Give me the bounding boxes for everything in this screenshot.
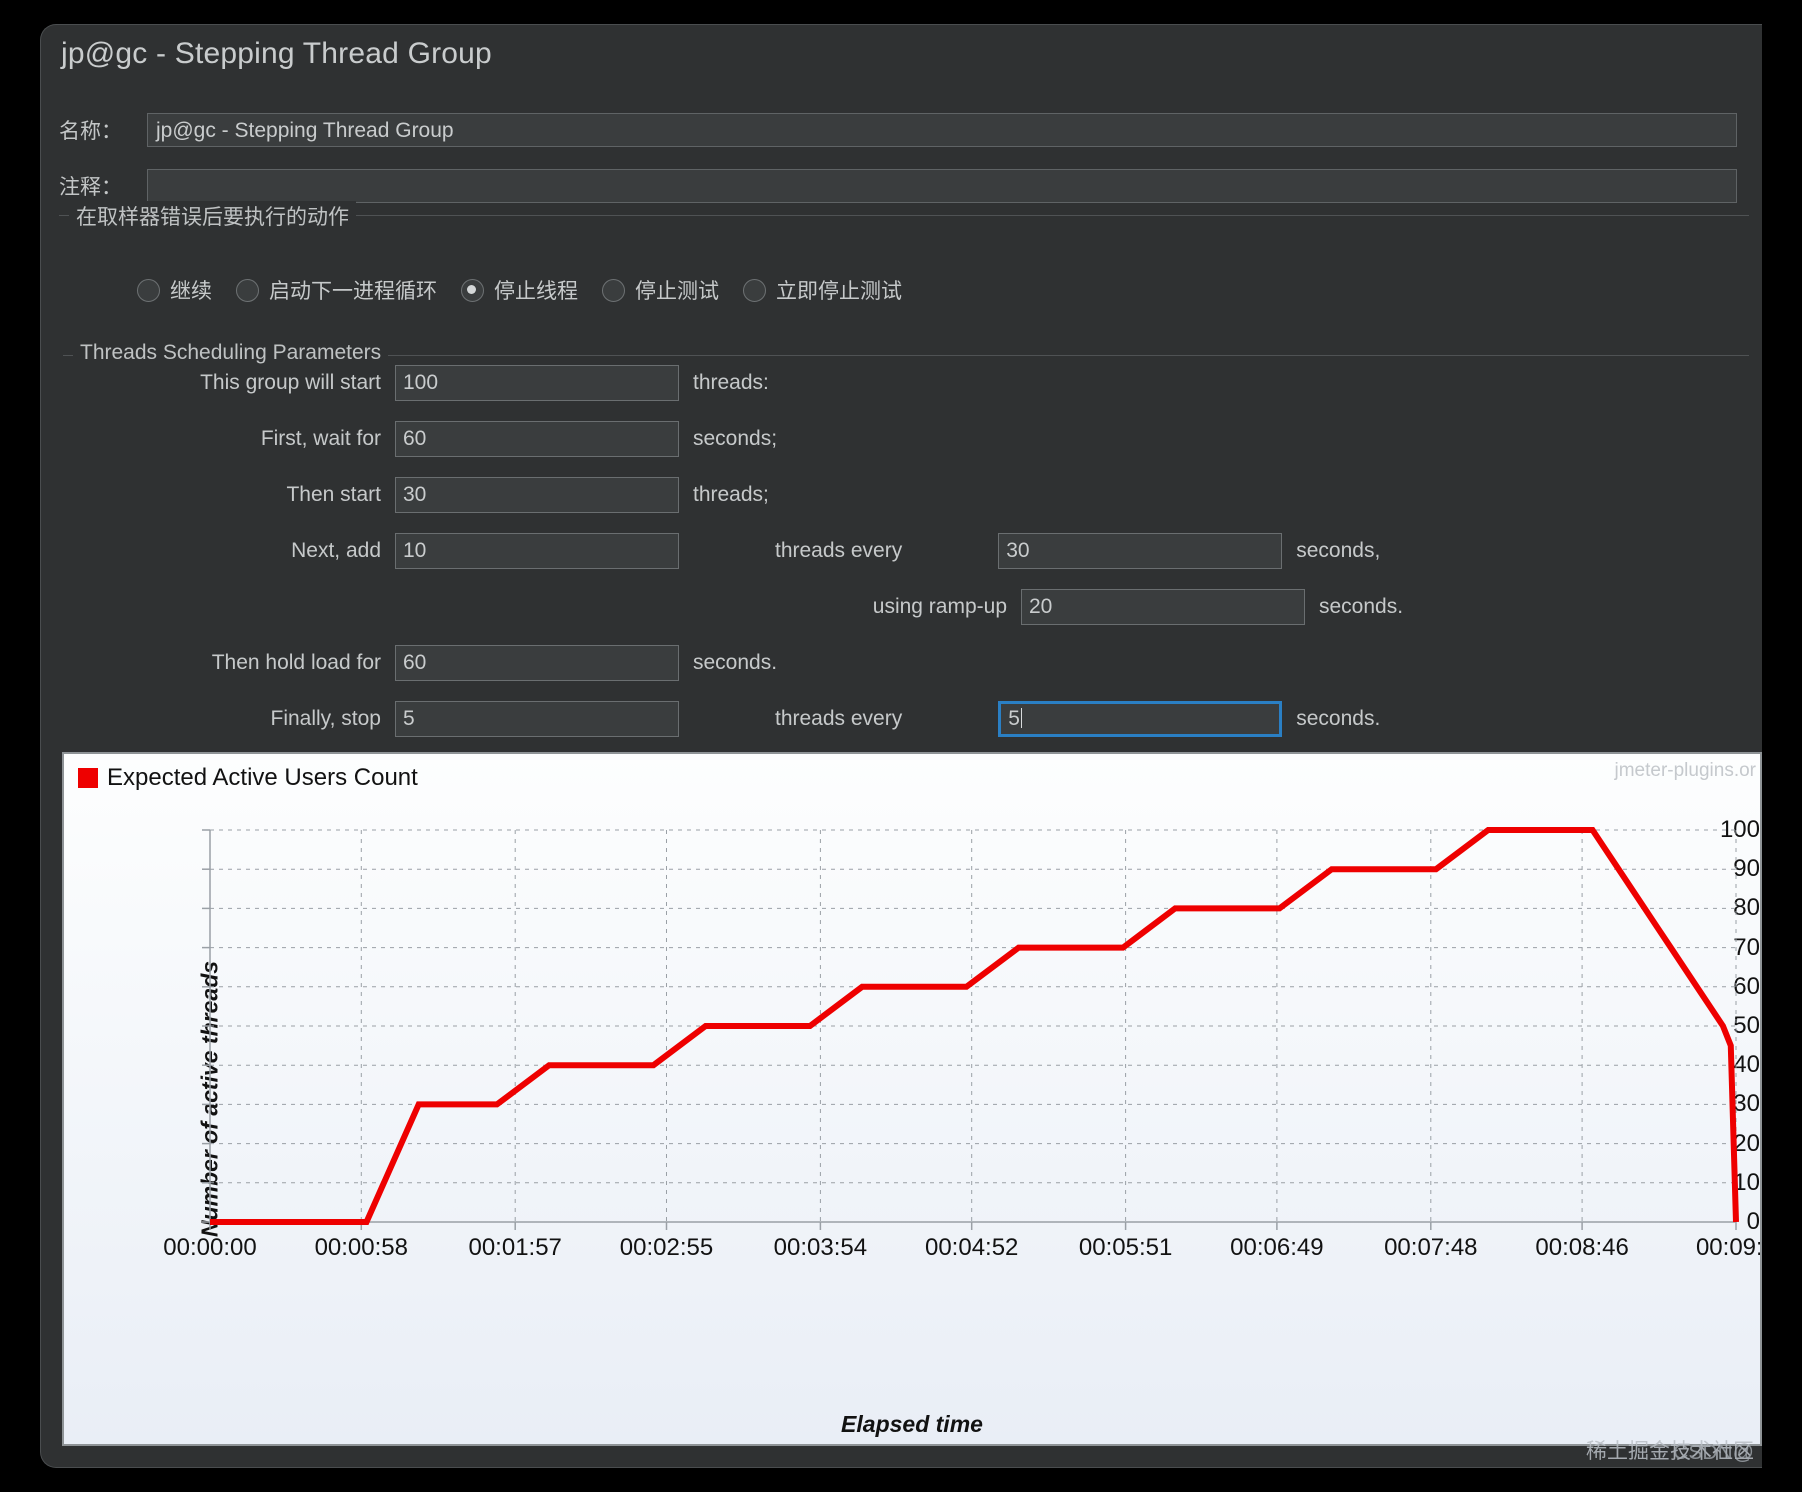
comment-input[interactable] [147,169,1737,203]
row-then-start: Then start 30 threads; [161,477,769,513]
comment-row: 注释： [59,169,1759,203]
radio-label: 立即停止测试 [776,280,902,303]
radio-circle-selected-icon [461,278,484,302]
radio-label: 启动下一进程循环 [269,280,437,303]
then-hold-load-for-unit: seconds. [693,651,778,674]
expected-active-users-chart[interactable]: Expected Active Users Count jmeter-plugi… [62,752,1762,1446]
using-ramp-up-input[interactable]: 20 [1021,589,1305,625]
sampler-error-action-radios: 继续 启动下一进程循环 停止线程 停止测试 立即停止测试 [137,275,926,305]
next-add-interval-input[interactable]: 30 [998,533,1283,569]
then-start-unit: threads; [693,483,769,506]
row-group-will-start: This group will start 100 threads: [161,365,769,401]
radio-option-stop-test[interactable]: 停止测试 [602,275,719,305]
row-first-wait-for: First, wait for 60 seconds; [161,421,777,457]
name-input[interactable]: jp@gc - Stepping Thread Group [147,113,1737,147]
radio-circle-icon [137,278,160,302]
using-ramp-up-unit: seconds. [1319,595,1404,618]
comment-label: 注释： [59,176,122,199]
radio-option-stop-thread[interactable]: 停止线程 [461,275,578,305]
finally-stop-label: Finally, stop [270,707,382,730]
chart-plot-area [202,827,1739,1230]
group-will-start-label: This group will start [200,371,381,394]
row-then-hold-load-for: Then hold load for 60 seconds. [161,645,777,681]
row-finally-stop: Finally, stop 5 threads every 5 seconds. [161,701,1380,737]
sampler-error-action-group: 在取样器错误后要执行的动作 [59,201,1749,325]
radio-option-continue[interactable]: 继续 [137,275,212,305]
radio-label: 停止测试 [635,280,719,303]
then-start-input[interactable]: 30 [395,477,679,513]
csdn-watermark: CSDN@ 稀土掘金技术社区 [1586,1440,1754,1465]
row-next-add: Next, add 10 threads every 30 seconds, [161,533,1380,569]
threads-scheduling-parameters-group-title: Threads Scheduling Parameters [73,341,389,365]
row-using-ramp-up: using ramp-up 20 seconds. [851,589,1403,625]
next-add-interval-unit: seconds, [1296,539,1381,562]
finally-stop-input[interactable]: 5 [395,701,679,737]
then-hold-load-for-input[interactable]: 60 [395,645,679,681]
finally-stop-interval-value: 5 [1008,707,1020,730]
first-wait-for-label: First, wait for [260,427,381,450]
page-title: jp@gc - Stepping Thread Group [61,37,492,70]
radio-label: 继续 [170,280,212,303]
group-will-start-unit: threads: [693,371,769,394]
stepping-thread-group-panel: jp@gc - Stepping Thread Group 名称： jp@gc … [40,24,1762,1468]
screen-root: jp@gc - Stepping Thread Group 名称： jp@gc … [0,0,1802,1492]
name-label: 名称： [59,120,122,143]
name-row: 名称： jp@gc - Stepping Thread Group [59,113,1759,147]
juejin-watermark-text: 稀土掘金技术社区 [1586,1440,1754,1463]
finally-stop-interval-unit: seconds. [1296,707,1381,730]
radio-label: 停止线程 [494,280,578,303]
then-hold-load-for-label: Then hold load for [211,651,381,674]
first-wait-for-input[interactable]: 60 [395,421,679,457]
sampler-error-action-group-title: 在取样器错误后要执行的动作 [69,201,356,231]
radio-option-stop-test-now[interactable]: 立即停止测试 [743,275,902,305]
group-will-start-input[interactable]: 100 [395,365,679,401]
next-add-threads-every-label: threads every [775,539,903,562]
first-wait-for-unit: seconds; [693,427,778,450]
radio-circle-icon [602,278,625,302]
radio-option-start-next-loop[interactable]: 启动下一进程循环 [236,275,437,305]
then-start-label: Then start [286,483,381,506]
radio-circle-icon [743,278,766,302]
radio-circle-icon [236,278,259,302]
finally-stop-interval-input[interactable]: 5 [998,701,1283,737]
finally-stop-threads-every-label: threads every [775,707,903,730]
using-ramp-up-label: using ramp-up [872,595,1007,618]
next-add-label: Next, add [291,539,381,562]
next-add-input[interactable]: 10 [395,533,679,569]
text-caret-icon [1020,708,1022,728]
